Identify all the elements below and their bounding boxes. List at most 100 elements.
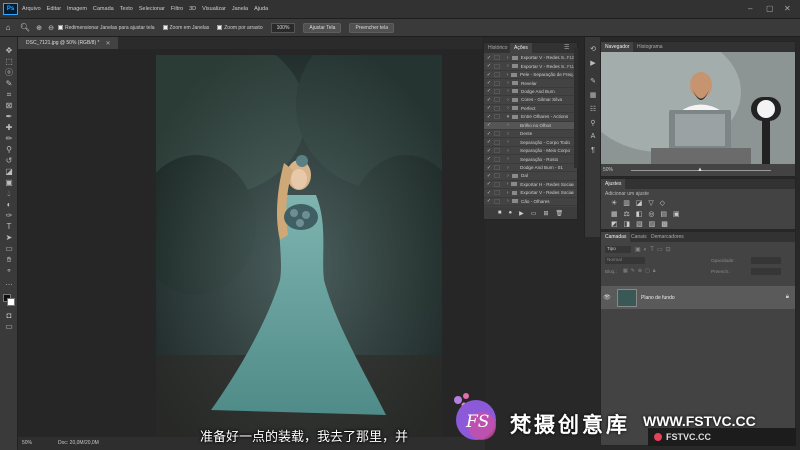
zoom-value-field[interactable]: 100% xyxy=(270,22,296,33)
resize-windows-option[interactable]: Redimensionar Janelas para ajustar tela xyxy=(58,25,155,31)
history-brush-tool-icon[interactable]: ↺ xyxy=(4,157,14,165)
opacity-field[interactable] xyxy=(751,257,781,264)
eyedropper-tool-icon[interactable]: ✒ xyxy=(4,113,14,121)
action-enabled-check[interactable]: ✓ xyxy=(486,139,492,145)
scrubby-zoom-checkbox[interactable] xyxy=(217,25,223,30)
expand-arrow-icon[interactable]: › xyxy=(504,156,512,162)
hand-tool-icon[interactable]: ✋︎ xyxy=(4,256,14,264)
paragraph-icon[interactable]: ¶ xyxy=(589,147,597,154)
type-tool-icon[interactable]: T xyxy=(4,223,14,231)
brush-settings-icon[interactable]: ✎ xyxy=(589,77,597,85)
action-dialog-toggle[interactable] xyxy=(494,139,500,145)
expand-arrow-icon[interactable]: › xyxy=(504,165,512,171)
action-dialog-toggle[interactable] xyxy=(494,114,500,120)
blend-mode-select[interactable]: Normal xyxy=(605,257,645,264)
action-enabled-check[interactable]: ✓ xyxy=(486,114,492,120)
menu-file[interactable]: Arquivo xyxy=(22,6,41,12)
action-dialog-toggle[interactable] xyxy=(494,105,500,111)
quick-mask-icon[interactable]: ◘ xyxy=(4,312,14,320)
tab-paths[interactable]: Demarcadores xyxy=(647,232,688,242)
zoom-tool-side-icon[interactable]: ⚬ xyxy=(4,267,14,275)
fill-field[interactable] xyxy=(751,268,781,275)
marquee-tool-icon[interactable]: ⬚ xyxy=(4,58,14,66)
scrubby-zoom-option[interactable]: Zoom por arrasto xyxy=(217,25,263,31)
menu-select[interactable]: Selecionar xyxy=(139,6,165,12)
action-enabled-check[interactable]: ✓ xyxy=(486,97,492,103)
menu-filter[interactable]: Filtro xyxy=(171,6,183,12)
action-dialog-toggle[interactable] xyxy=(494,173,500,179)
navigator-zoom[interactable]: 50% xyxy=(603,167,613,173)
navigator-slider-thumb[interactable]: ▲ xyxy=(697,167,703,173)
pen-tool-icon[interactable]: ✑ xyxy=(4,212,14,220)
action-enabled-check[interactable]: ✓ xyxy=(486,88,492,94)
action-row[interactable]: ✓ › Pele - Separação de Freq... xyxy=(484,71,577,80)
expand-arrow-icon[interactable]: › xyxy=(504,131,512,137)
action-dialog-toggle[interactable] xyxy=(493,63,500,69)
healing-brush-tool-icon[interactable]: ✚ xyxy=(4,124,14,132)
fit-screen-button[interactable]: Ajustar Tela xyxy=(303,22,342,33)
gradient-tool-icon[interactable]: ▣ xyxy=(4,179,14,187)
tab-actions[interactable]: Ações xyxy=(510,43,532,53)
action-enabled-check[interactable]: ✓ xyxy=(486,165,492,171)
action-row[interactable]: ✓ › Dodge And Burn - 01 xyxy=(484,164,577,173)
action-enabled-check[interactable]: ✓ xyxy=(486,105,492,111)
zoom-tool-icon[interactable]: 🔍︎ xyxy=(16,23,34,32)
menu-type[interactable]: Texto xyxy=(120,6,133,12)
action-dialog-toggle[interactable] xyxy=(494,80,500,86)
action-row[interactable]: ✓ › Dente xyxy=(484,130,577,139)
clone-source-icon[interactable]: ⚲ xyxy=(589,119,597,127)
document-tab[interactable]: DSC_7121.jpg @ 50% (RGB/8) * ✕ xyxy=(18,37,119,49)
zoom-in-icon[interactable]: ⊕ xyxy=(34,24,44,32)
actions-scrollbar[interactable] xyxy=(574,48,578,168)
action-dialog-toggle[interactable] xyxy=(494,97,500,103)
expand-arrow-icon[interactable]: › xyxy=(504,72,512,78)
adjustment-icons-row1[interactable]: ☀ ▥ ◪ ▽ ◇ xyxy=(611,199,667,207)
action-dialog-toggle[interactable] xyxy=(493,181,500,187)
action-row[interactable]: ✓ › Separação - Meio Corpo xyxy=(484,147,577,156)
tab-navigator[interactable]: Navegador xyxy=(601,42,634,52)
home-icon[interactable]: ⌂ xyxy=(0,23,16,32)
action-row[interactable]: ✓ › Dal xyxy=(484,172,577,181)
action-dialog-toggle[interactable] xyxy=(494,122,500,128)
action-dialog-toggle[interactable] xyxy=(494,131,500,137)
status-zoom[interactable]: 50% xyxy=(22,440,32,446)
fill-screen-button[interactable]: Preencher tela xyxy=(349,22,394,33)
new-action-icon[interactable]: ⊞ xyxy=(543,210,548,217)
close-icon[interactable]: ✕ xyxy=(784,4,791,13)
action-enabled-check[interactable]: ✓ xyxy=(486,198,492,204)
screen-mode-icon[interactable]: ▭ xyxy=(4,323,14,331)
action-dialog-toggle[interactable] xyxy=(494,148,500,154)
layer-filter-icons[interactable]: ▣◐T▭⊡ xyxy=(635,246,674,253)
menu-layer[interactable]: Camada xyxy=(93,6,114,12)
panel-menu-icon[interactable]: ☰ xyxy=(564,44,569,51)
action-row[interactable]: ✓ › Cão - Olhares xyxy=(484,198,577,207)
action-dialog-toggle[interactable] xyxy=(493,72,500,78)
expand-arrow-icon[interactable]: › xyxy=(504,80,512,86)
expand-arrow-icon[interactable]: › xyxy=(504,139,512,145)
action-dialog-toggle[interactable] xyxy=(493,55,500,61)
action-row[interactable]: ✓ › Exportar H - Redes Sociais xyxy=(484,181,577,190)
layer-visibility-icon[interactable]: 👁︎ xyxy=(601,294,613,301)
clone-stamp-tool-icon[interactable]: ⚲ xyxy=(4,146,14,154)
close-tab-icon[interactable]: ✕ xyxy=(105,40,110,47)
play-icon[interactable]: ▶ xyxy=(519,210,524,217)
action-row[interactable]: ✓ › Perfect xyxy=(484,105,577,114)
action-row[interactable]: ✓ › Revelar xyxy=(484,79,577,88)
action-enabled-check[interactable]: ✓ xyxy=(486,148,492,154)
action-enabled-check[interactable]: ✓ xyxy=(486,181,492,187)
action-row[interactable]: ✓ ▾ Entre Olhares - Actions xyxy=(484,113,577,122)
action-dialog-toggle[interactable] xyxy=(494,156,500,162)
action-row[interactable]: ✓ › Exportar V - Redes S... F11 xyxy=(484,62,577,71)
action-enabled-check[interactable]: ✓ xyxy=(486,72,492,78)
record-icon[interactable]: ● xyxy=(509,210,513,216)
action-dialog-toggle[interactable] xyxy=(494,88,500,94)
expand-arrow-icon[interactable]: › xyxy=(504,181,512,187)
expand-arrow-icon[interactable]: › xyxy=(504,190,512,196)
minimize-icon[interactable]: – xyxy=(748,4,752,13)
eraser-tool-icon[interactable]: ◪ xyxy=(4,168,14,176)
character-icon[interactable]: A xyxy=(589,133,597,140)
action-enabled-check[interactable]: ✓ xyxy=(486,122,492,128)
tab-adjustments[interactable]: Ajustes xyxy=(601,179,626,189)
expand-arrow-icon[interactable]: › xyxy=(504,198,512,204)
menu-image[interactable]: Imagem xyxy=(67,6,87,12)
